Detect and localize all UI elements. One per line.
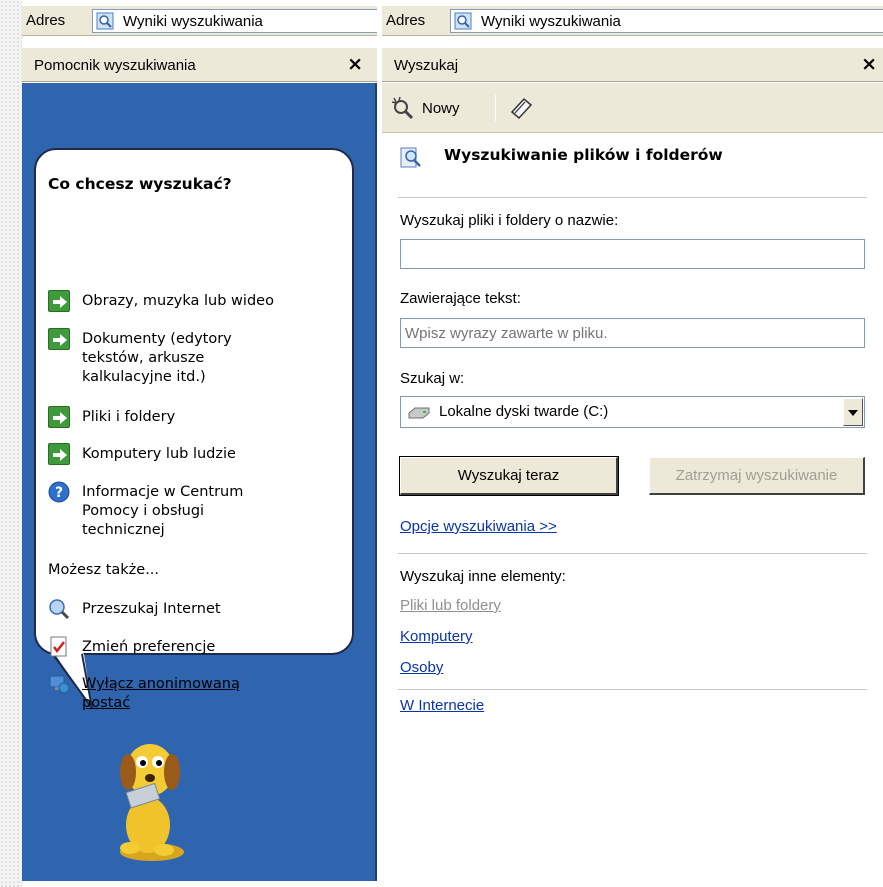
search-results-icon (454, 12, 472, 30)
internet-link[interactable]: W Internecie (400, 697, 484, 714)
section-title: Wyszukiwanie plików i folderów (444, 146, 723, 164)
search-dog-character[interactable] (102, 730, 192, 865)
text-label: Zawierające tekst: (400, 290, 521, 307)
pane-title: Pomocnik wyszukiwania (34, 57, 196, 74)
address-value: Wyniki wyszukiwania (481, 13, 621, 30)
option-label: Komputery lub ludzie (82, 446, 236, 462)
search-now-button[interactable]: Wyszukaj teraz (399, 456, 619, 496)
option-label: Pliki i foldery (82, 409, 176, 425)
green-arrow-icon (48, 290, 70, 312)
option-label: Przeszukaj Internet (82, 601, 221, 617)
green-arrow-icon (48, 443, 70, 465)
address-bar: Adres Wyniki wyszukiwania (382, 6, 883, 36)
new-search-label: Nowy (422, 99, 460, 117)
green-arrow-icon (48, 406, 70, 428)
option-label: Dokumenty (edytory tekstów, arkusze kalk… (82, 331, 232, 385)
speech-bubble (34, 148, 354, 655)
option-label: Wyłącz anonimowaną postać (82, 676, 240, 711)
close-icon[interactable]: × (347, 53, 363, 75)
search-companion-panel: Adres Wyniki wyszukiwania Pomocnik wyszu… (22, 0, 377, 887)
look-in-label: Szukaj w: (400, 370, 465, 387)
address-field[interactable]: Wyniki wyszukiwania (92, 9, 377, 33)
search-options-link[interactable]: Opcje wyszukiwania >> (400, 518, 557, 535)
address-value: Wyniki wyszukiwania (123, 13, 263, 30)
option-label: Obrazy, muzyka lub wideo (82, 293, 274, 309)
other-people-link[interactable]: Osoby (400, 659, 443, 676)
look-in-value: Lokalne dyski twarde (C:) (439, 403, 609, 420)
toolbar: Nowy (382, 83, 883, 133)
other-files-folders-link[interactable]: Pliki lub foldery (400, 597, 501, 614)
name-label: Wyszukaj pliki i foldery o nazwie: (400, 212, 619, 229)
containing-text-input[interactable] (400, 318, 865, 348)
search-panel: Adres Wyniki wyszukiwania Wyszukaj × Now… (382, 0, 883, 887)
hard-drive-icon (408, 407, 430, 419)
chevron-down-icon[interactable] (843, 398, 863, 426)
look-in-select[interactable]: Lokalne dyski twarde (C:) (400, 396, 865, 428)
stop-search-button[interactable]: Zatrzymaj wyszukiwanie (649, 457, 865, 495)
option-label: Informacje w Centrum Pomocy i obsługi te… (82, 484, 244, 538)
book-icon[interactable] (508, 96, 534, 120)
pane-title: Wyszukaj (394, 57, 459, 74)
svg-text:?: ? (55, 485, 63, 501)
internet-search-icon (49, 599, 70, 620)
divider (398, 553, 867, 554)
other-items-heading: Wyszukaj inne elementy: (400, 568, 566, 585)
character-icon (49, 675, 70, 694)
search-results-icon (96, 12, 114, 30)
also-heading: Możesz także... (48, 562, 160, 578)
address-label: Adres (26, 12, 66, 29)
preferences-icon (50, 636, 67, 657)
toolbar-separator (495, 95, 496, 121)
dotted-margin (0, 0, 22, 887)
help-icon: ? (48, 481, 70, 503)
search-files-icon (400, 147, 421, 168)
address-bar: Adres Wyniki wyszukiwania (22, 6, 377, 36)
pane-header: Pomocnik wyszukiwania × (22, 48, 377, 82)
address-label: Adres (386, 12, 426, 29)
other-computers-link[interactable]: Komputery (400, 628, 473, 645)
new-search-button[interactable]: Nowy (390, 96, 460, 120)
pane-header: Wyszukaj × (382, 48, 883, 82)
divider (398, 197, 867, 198)
file-name-input[interactable] (400, 239, 865, 269)
new-search-icon (391, 96, 414, 120)
address-field[interactable]: Wyniki wyszukiwania (450, 9, 883, 33)
close-icon[interactable]: × (861, 53, 877, 75)
option-label: Zmień preferencje (82, 639, 216, 655)
divider (398, 689, 867, 690)
green-arrow-icon (48, 328, 70, 350)
bubble-question: Co chcesz wyszukać? (48, 175, 232, 193)
